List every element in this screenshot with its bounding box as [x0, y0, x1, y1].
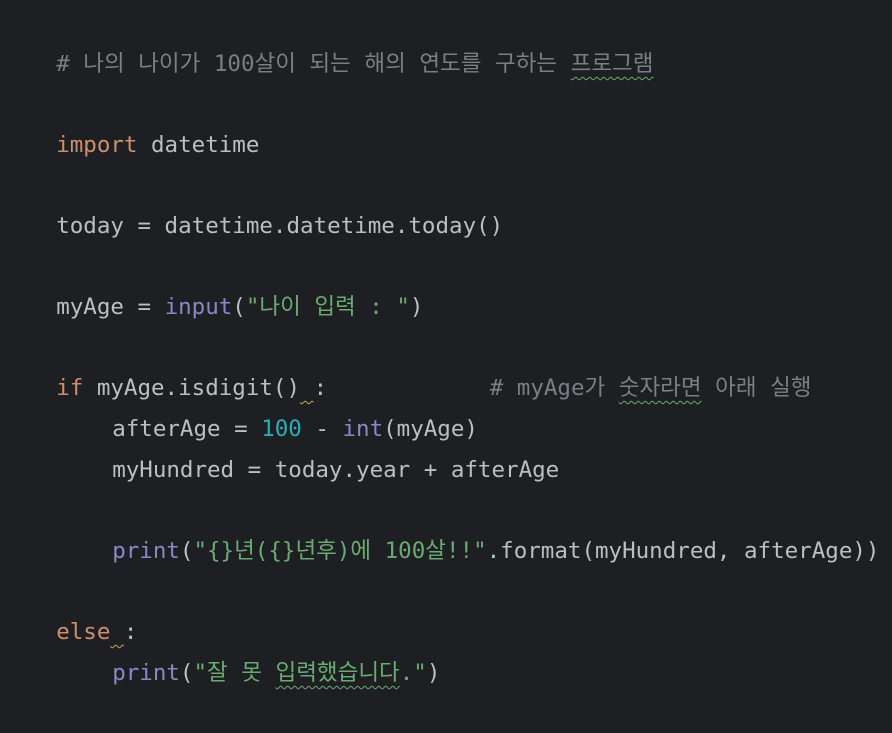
code-line-6[interactable]: afterAge = 100 - int(myAge)	[2, 369, 478, 442]
builtin-print: print	[112, 538, 180, 564]
code-line-4[interactable]: myAge = input("나이 입력 : ")	[2, 247, 423, 320]
code-line-7[interactable]: myHundred = today.year + afterAge	[2, 410, 559, 483]
builtin-input: input	[164, 294, 233, 320]
assignment-myhundred: myHundred = today.year + afterAge	[112, 457, 560, 483]
spelling-typo-word: 입력했습니다	[275, 660, 400, 686]
string-literal: "나이 입력 : "	[245, 294, 410, 320]
paren-open: (	[232, 294, 246, 320]
paren-close: )	[409, 294, 424, 320]
spelling-typo-word: 숫자라면	[618, 375, 702, 401]
builtin-print: print	[112, 660, 180, 686]
code-editor[interactable]: # 나의 나이가 100살이 되는 해의 연도를 구하는 프로그램 import…	[0, 0, 892, 686]
paren-open: (	[179, 660, 194, 686]
paren-open: (	[179, 538, 194, 564]
spelling-typo-word: 프로그램	[570, 51, 654, 77]
code-line-2[interactable]: import datetime	[2, 85, 259, 158]
code-line-1[interactable]: # 나의 나이가 100살이 되는 해의 연도를 구하는 프로그램	[2, 4, 653, 77]
string-literal: "잘 못	[193, 660, 276, 686]
paren-close: )	[426, 660, 441, 686]
code-line-10[interactable]: print("잘 못 입력했습니다.")	[2, 613, 440, 686]
variable-myage: myAge =	[56, 294, 165, 320]
keyword-import: import	[56, 132, 138, 158]
code-line-8[interactable]: print("{}년({}년후)에 100살!!".format(myHundr…	[2, 491, 879, 564]
code-line-9[interactable]: else :	[2, 572, 137, 645]
code-line-3[interactable]: today = datetime.datetime.today()	[2, 166, 503, 239]
comment-text: # myAge가	[489, 375, 619, 401]
format-call: .format(myHundred, afterAge))	[486, 538, 880, 564]
assignment-today: today = datetime.datetime.today()	[56, 213, 504, 239]
module-name: datetime	[151, 132, 260, 158]
comment-text: 아래 실행	[701, 375, 812, 401]
string-literal: "{}년({}년후)에 100살!!"	[193, 538, 487, 564]
comment-text: # 나의 나이가 100살이 되는 해의 연도를 구하는	[56, 51, 571, 77]
code-line-5[interactable]: if myAge.isdigit() : # myAge가 숫자라면 아래 실행	[2, 328, 811, 401]
string-literal: ."	[399, 660, 427, 686]
